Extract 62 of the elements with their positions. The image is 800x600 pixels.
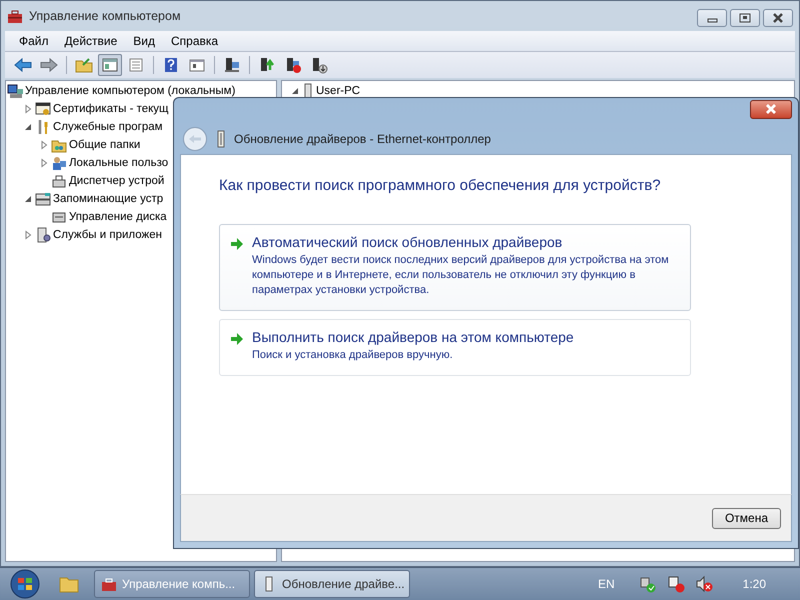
network-error-icon[interactable] <box>666 575 685 594</box>
question-heading: Как провести поиск программного обеспечения для устройств? <box>219 177 662 194</box>
folder-icon <box>75 56 93 74</box>
forward-arrow-icon <box>40 56 58 74</box>
services-icon <box>35 227 51 243</box>
tree-item[interactable]: Локальные пользо <box>69 157 168 169</box>
close-button[interactable] <box>750 100 792 119</box>
network-ok-icon[interactable] <box>638 575 657 594</box>
tree-item[interactable]: Общие папки <box>69 139 140 151</box>
cancel-button[interactable]: Отмена <box>712 508 781 528</box>
tree-item[interactable]: Сертификаты - текущ <box>53 103 169 115</box>
expanded-arrow-icon[interactable] <box>290 86 300 96</box>
computer-error-icon <box>284 56 302 74</box>
computer-down-icon <box>310 56 328 74</box>
collapsed-arrow-icon[interactable] <box>39 140 49 150</box>
toolbox-icon <box>101 576 117 592</box>
collapsed-arrow-icon[interactable] <box>23 230 33 240</box>
computer-up-icon <box>258 56 276 74</box>
dialog-title: Обновление драйверов - Ethernet-контроллер <box>234 132 491 146</box>
toolbar-button[interactable] <box>98 54 122 76</box>
arrow-icon <box>230 237 244 251</box>
panel-icon <box>101 56 119 74</box>
computer-name: User-PC <box>316 85 360 97</box>
window-title: Управление компьютером <box>29 9 181 23</box>
menu-item[interactable]: Действие <box>56 34 126 48</box>
option-button[interactable] <box>219 224 691 311</box>
computer-icon <box>7 83 23 99</box>
list-icon <box>127 56 145 74</box>
expanded-arrow-icon[interactable] <box>23 194 33 204</box>
back-arrow-icon <box>14 56 32 74</box>
expanded-arrow-icon[interactable] <box>23 122 33 132</box>
help-icon <box>162 56 180 74</box>
taskbar-button[interactable]: Обновление драйве... <box>254 570 410 598</box>
toolbox-icon <box>7 8 23 24</box>
maximize-button[interactable] <box>730 9 760 27</box>
menu-item[interactable]: Файл <box>11 34 57 48</box>
tree-item[interactable]: Запоминающие устр <box>53 193 164 205</box>
option-description: Windows будет вести поиск последних версий драйверов для устройства на этом компьютере и в Интернете, если пользователь не отключил эту функцию в параметрах установки устройства. <box>252 253 670 298</box>
close-button[interactable] <box>763 9 793 27</box>
tree-item[interactable]: Управление компьютером (локальным) <box>25 85 236 97</box>
network-adapter-icon <box>216 130 226 148</box>
users-icon <box>51 155 67 171</box>
collapsed-arrow-icon[interactable] <box>23 104 33 114</box>
computer-icon <box>223 56 241 74</box>
device-manager-icon <box>51 173 67 189</box>
tree-item[interactable]: Управление диска <box>69 211 167 223</box>
option-button[interactable]: Выполнить поиск драйверов на этом компьютере Поиск и установка драйверов вручную. <box>219 319 691 376</box>
option-description: Поиск и установка драйверов вручную. <box>252 348 454 363</box>
menu-item[interactable]: Вид <box>125 34 163 48</box>
speaker-muted-icon[interactable] <box>694 575 713 594</box>
minimize-button[interactable] <box>697 9 727 27</box>
collapsed-arrow-icon[interactable] <box>39 158 49 168</box>
device-icon <box>302 83 314 99</box>
tree-item[interactable]: Службы и приложен <box>53 229 162 241</box>
arrow-icon <box>230 332 244 346</box>
option-title: Выполнить поиск драйверов на этом компьютере <box>252 329 575 345</box>
storage-icon <box>35 191 51 207</box>
certificate-icon <box>35 101 51 117</box>
menu-item[interactable]: Справка <box>163 34 226 48</box>
tree-item[interactable]: Служебные програм <box>53 121 163 133</box>
tree-item[interactable]: Диспетчер устрой <box>69 175 164 187</box>
option-title: Автоматический поиск обновленных драйверов <box>252 234 564 250</box>
